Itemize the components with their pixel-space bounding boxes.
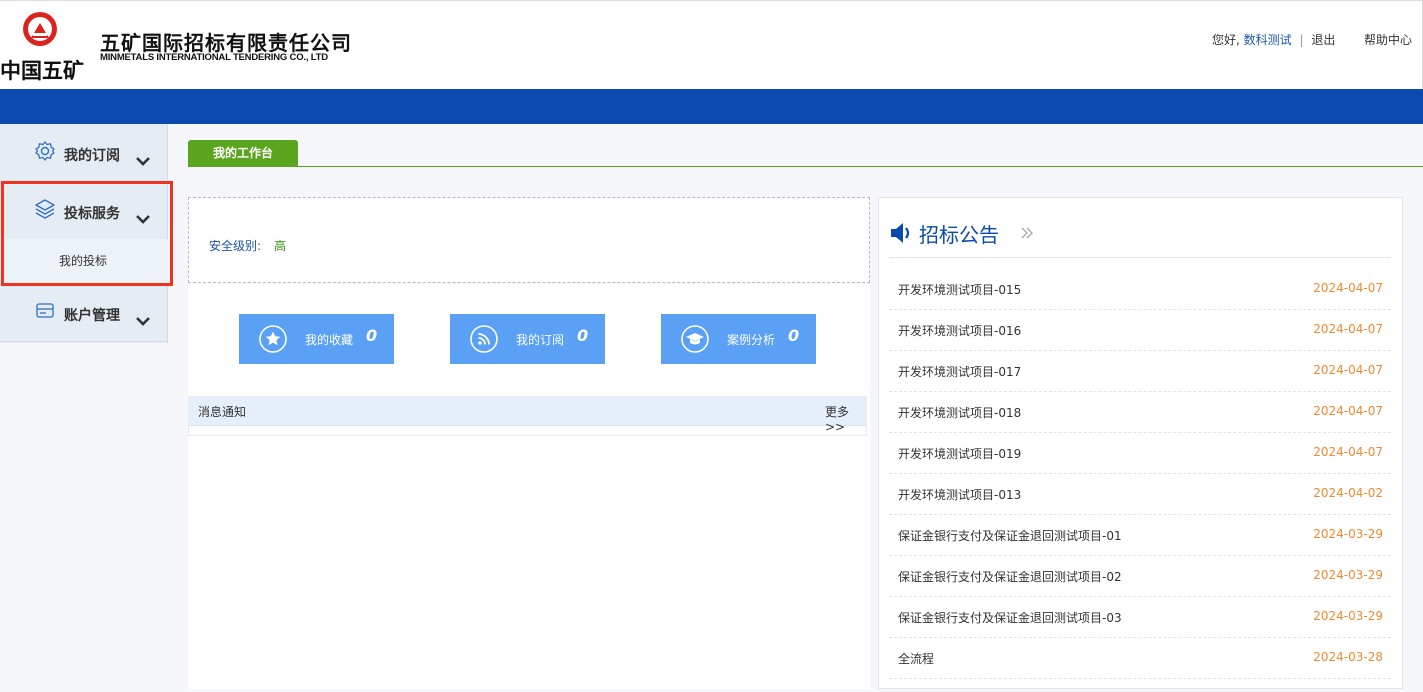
announcement-date: 2024-04-07 (1313, 322, 1383, 336)
sidebar-item-account[interactable]: 账户管理 (0, 284, 168, 341)
chevron-down-icon (136, 157, 150, 166)
announcement-date: 2024-03-29 (1313, 527, 1383, 541)
list-item[interactable]: 全流程 2024-03-28 (889, 638, 1391, 679)
tab-bar: 我的工作台 (188, 140, 1423, 167)
help-center-link[interactable]: 帮助中心 (1364, 31, 1412, 48)
subscriptions-count: 0 (577, 326, 589, 345)
announcement-header: 招标公告 (889, 198, 1391, 258)
security-value: 高 (274, 239, 287, 253)
graduation-cap-icon (681, 325, 709, 353)
button-label: 我的订阅 (516, 333, 565, 347)
speaker-icon (891, 223, 910, 243)
sidebar-item-label: 我的订阅 (64, 148, 120, 164)
emblem-icon (23, 12, 57, 46)
gear-icon (35, 141, 55, 161)
list-item[interactable]: 开发环境测试项目-016 2024-04-07 (889, 310, 1391, 351)
message-list (188, 426, 867, 436)
announcement-name[interactable]: 开发环境测试项目-018 (898, 404, 1021, 421)
case-analysis-button[interactable]: 案例分析 0 (661, 314, 816, 364)
announcement-name[interactable]: 开发环境测试项目-013 (898, 486, 1021, 503)
security-panel: 安全级别: 高 (188, 197, 870, 283)
company-name-en: MINMETALS INTERNATIONAL TENDERING CO., L… (100, 52, 328, 63)
list-item[interactable]: 保证金银行支付及保证金退回测试项目-02 2024-03-29 (889, 556, 1391, 597)
announcement-date: 2024-03-29 (1313, 609, 1383, 623)
user-area: 您好, 数科测试 | 退出 (1212, 31, 1335, 48)
star-icon (259, 325, 287, 353)
card-icon (36, 303, 54, 318)
logo[interactable]: 中国五矿 (0, 9, 84, 83)
sidebar-group-account: 账户管理 (0, 284, 168, 342)
announcement-date: 2024-04-07 (1313, 363, 1383, 377)
list-item[interactable]: 保证金银行支付及保证金退回测试项目-01 2024-03-29 (889, 515, 1391, 556)
announcement-name[interactable]: 保证金银行支付及保证金退回测试项目-01 (898, 527, 1122, 544)
sidebar-item-subscription[interactable]: 我的订阅 (0, 124, 168, 181)
double-chevron-icon[interactable] (1020, 226, 1034, 240)
announcement-name[interactable]: 保证金银行支付及保证金退回测试项目-03 (898, 609, 1122, 626)
greeting: 您好, (1212, 33, 1240, 47)
case-analysis-count: 0 (788, 326, 800, 345)
rss-icon (470, 325, 498, 353)
button-label: 案例分析 (727, 333, 776, 347)
list-item[interactable]: 开发环境测试项目-018 2024-04-07 (889, 392, 1391, 433)
announcement-date: 2024-03-28 (1313, 650, 1383, 664)
announcement-panel: 招标公告 开发环境测试项目-015 2024-04-07 开发环境测试项目-016 2… (878, 197, 1403, 689)
announcement-name[interactable]: 开发环境测试项目-019 (898, 445, 1021, 462)
chevron-down-icon (136, 317, 150, 326)
message-title: 消息通知 (198, 405, 247, 419)
announcement-date: 2024-04-07 (1313, 404, 1383, 418)
announcement-name[interactable]: 保证金银行支付及保证金退回测试项目-02 (898, 568, 1122, 585)
announcement-name[interactable]: 开发环境测试项目-017 (898, 363, 1021, 380)
site-header: 中国五矿 五矿国际招标有限责任公司 MINMETALS INTERNATIONA… (0, 0, 1423, 89)
sidebar-group-subscription: 我的订阅 (0, 124, 168, 182)
announcement-name[interactable]: 开发环境测试项目-016 (898, 322, 1021, 339)
announcement-date: 2024-04-07 (1313, 281, 1383, 295)
logout-link[interactable]: 退出 (1311, 33, 1335, 47)
username-link[interactable]: 数科测试 (1244, 33, 1292, 47)
security-label: 安全级别: (209, 239, 262, 253)
announcement-title: 招标公告 (919, 223, 999, 247)
sidebar-item-label: 账户管理 (64, 308, 120, 324)
nav-bar (0, 89, 1423, 124)
announcement-name[interactable]: 开发环境测试项目-015 (898, 281, 1021, 298)
highlight-box (1, 181, 173, 286)
announcement-date: 2024-04-02 (1313, 486, 1383, 500)
message-header: 消息通知 更多>> (188, 396, 867, 434)
list-item[interactable]: 开发环境测试项目-019 2024-04-07 (889, 433, 1391, 474)
announcement-date: 2024-04-07 (1313, 445, 1383, 459)
list-item[interactable]: 开发环境测试项目-013 2024-04-02 (889, 474, 1391, 515)
favorites-count: 0 (366, 326, 378, 345)
list-item[interactable]: 开发环境测试项目-017 2024-04-07 (889, 351, 1391, 392)
button-label: 我的收藏 (305, 333, 354, 347)
list-item[interactable]: 保证金银行支付及保证金退回测试项目-03 2024-03-29 (889, 597, 1391, 638)
subscriptions-button[interactable]: 我的订阅 0 (450, 314, 605, 364)
list-item[interactable]: 开发环境测试项目-015 2024-04-07 (889, 269, 1391, 310)
announcement-date: 2024-03-29 (1313, 568, 1383, 582)
logo-text: 中国五矿 (0, 59, 84, 83)
announcement-name[interactable]: 全流程 (898, 650, 934, 667)
separator: | (1299, 33, 1304, 47)
favorites-button[interactable]: 我的收藏 0 (239, 314, 394, 364)
announcement-list: 开发环境测试项目-015 2024-04-07 开发环境测试项目-016 2024-0… (889, 269, 1391, 679)
tab-workbench[interactable]: 我的工作台 (188, 140, 298, 167)
